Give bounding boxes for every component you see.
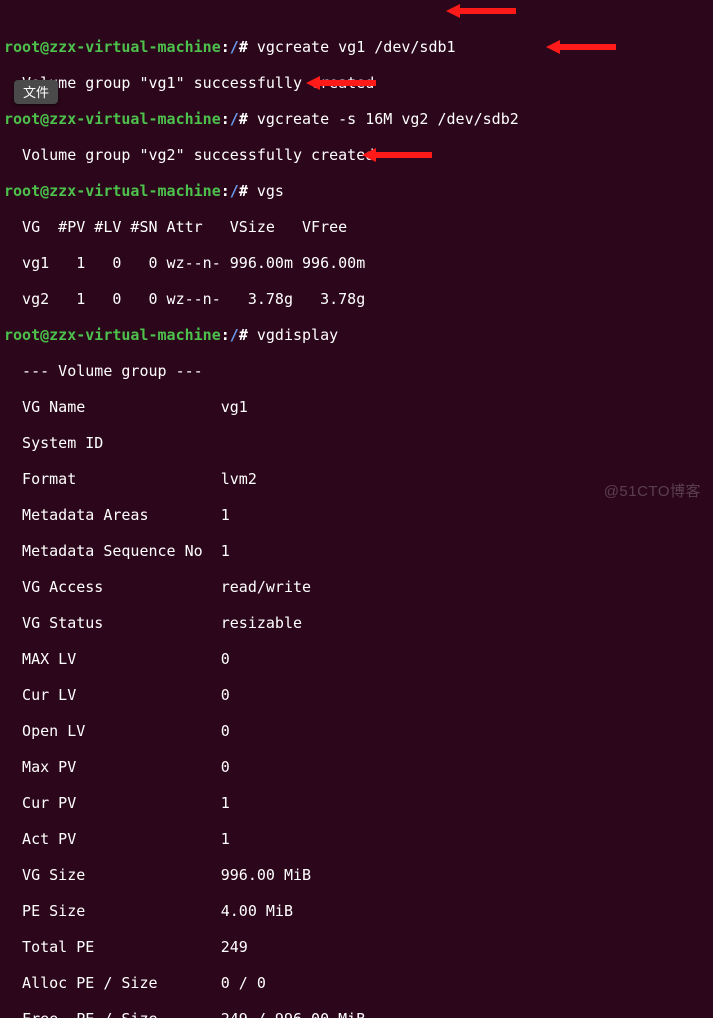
vgdisplay-row: VG Access read/write [4, 578, 709, 596]
vgdisplay-title: --- Volume group --- [4, 362, 709, 380]
vgdisplay-row: Act PV 1 [4, 830, 709, 848]
prompt-line-3: root@zzx-virtual-machine:/# vgs [4, 182, 709, 200]
vgdisplay-row: VG Status resizable [4, 614, 709, 632]
prompt-cwd: / [230, 38, 239, 56]
vgdisplay-row: Cur PV 1 [4, 794, 709, 812]
command-text: vgs [257, 182, 284, 200]
prompt-sep: : [221, 38, 230, 56]
vgdisplay-row: Alloc PE / Size 0 / 0 [4, 974, 709, 992]
vgs-header: VG #PV #LV #SN Attr VSize VFree [4, 218, 709, 236]
prompt-line-1: root@zzx-virtual-machine:/# vgcreate vg1… [4, 38, 709, 56]
watermark-text: @51CTO博客 [604, 483, 701, 501]
command-text: vgdisplay [257, 326, 338, 344]
vgdisplay-row: Free PE / Size 249 / 996.00 MiB [4, 1010, 709, 1018]
vgdisplay-row: MAX LV 0 [4, 650, 709, 668]
vgs-row: vg2 1 0 0 wz--n- 3.78g 3.78g [4, 290, 709, 308]
vgdisplay-row: Max PV 0 [4, 758, 709, 776]
vgs-row: vg1 1 0 0 wz--n- 996.00m 996.00m [4, 254, 709, 272]
prompt-line-4: root@zzx-virtual-machine:/# vgdisplay [4, 326, 709, 344]
prompt-sym: # [239, 38, 248, 56]
output-line: Volume group "vg2" successfully created [4, 146, 709, 164]
command-text: vgcreate -s 16M vg2 /dev/sdb2 [257, 110, 519, 128]
vgdisplay-row: Cur LV 0 [4, 686, 709, 704]
terminal-output[interactable]: root@zzx-virtual-machine:/# vgcreate vg1… [0, 0, 713, 1018]
prompt-line-2: root@zzx-virtual-machine:/# vgcreate -s … [4, 110, 709, 128]
file-button[interactable]: 文件 [14, 80, 58, 104]
vgdisplay-row: PE Size 4.00 MiB [4, 902, 709, 920]
output-line: Volume group "vg1" successfully created [4, 74, 709, 92]
vgdisplay-row: Metadata Sequence No 1 [4, 542, 709, 560]
vgdisplay-row: System ID [4, 434, 709, 452]
vgdisplay-row: VG Name vg1 [4, 398, 709, 416]
vgdisplay-row: Total PE 249 [4, 938, 709, 956]
vgdisplay-row: Open LV 0 [4, 722, 709, 740]
prompt-user-host: root@zzx-virtual-machine [4, 38, 221, 56]
vgdisplay-row: VG Size 996.00 MiB [4, 866, 709, 884]
command-text: vgcreate vg1 /dev/sdb1 [257, 38, 456, 56]
